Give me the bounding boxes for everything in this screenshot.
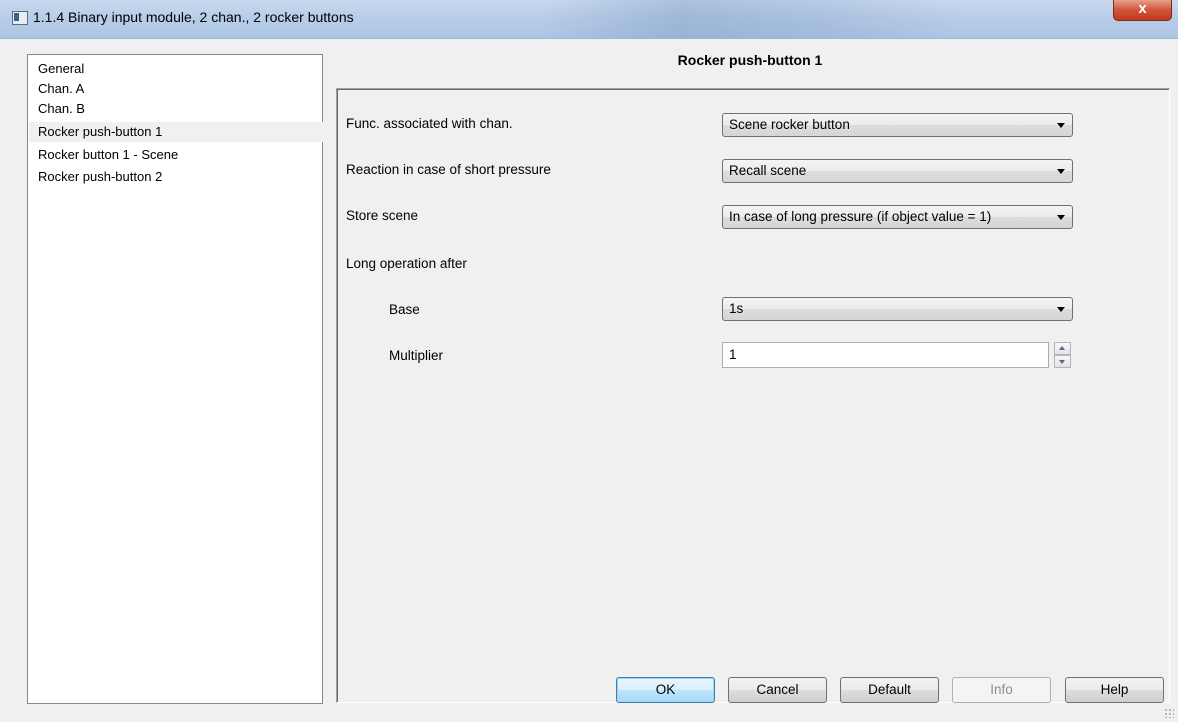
- cancel-button[interactable]: Cancel: [728, 677, 827, 703]
- chevron-down-icon: [1057, 307, 1065, 312]
- store-scene-select-value: In case of long pressure (if object valu…: [729, 209, 992, 224]
- window-title: 1.1.4 Binary input module, 2 chan., 2 ro…: [33, 9, 354, 25]
- tree-item-chan-a[interactable]: Chan. A: [38, 79, 90, 99]
- tree-item-rocker-push-button-2[interactable]: Rocker push-button 2: [38, 167, 168, 187]
- long-operation-label: Long operation after: [346, 256, 467, 271]
- short-pressure-select[interactable]: Recall scene: [722, 159, 1073, 183]
- tree-item-rocker-button-1-scene[interactable]: Rocker button 1 - Scene: [38, 145, 184, 165]
- page-title: Rocker push-button 1: [677, 52, 823, 68]
- multiplier-input[interactable]: 1: [722, 342, 1049, 368]
- multiplier-spinner[interactable]: [1054, 342, 1071, 368]
- base-select[interactable]: 1s: [722, 297, 1073, 321]
- func-label: Func. associated with chan.: [346, 116, 513, 131]
- func-select[interactable]: Scene rocker button: [722, 113, 1073, 137]
- tree-item-rocker-push-button-1[interactable]: Rocker push-button 1: [29, 122, 328, 142]
- base-select-value: 1s: [729, 301, 744, 316]
- default-button[interactable]: Default: [840, 677, 939, 703]
- func-select-value: Scene rocker button: [729, 117, 850, 132]
- app-icon: [12, 11, 28, 25]
- chevron-down-icon: [1057, 215, 1065, 220]
- store-scene-select[interactable]: In case of long pressure (if object valu…: [722, 205, 1073, 229]
- tree-item-general[interactable]: General: [38, 59, 90, 79]
- base-label: Base: [389, 302, 420, 317]
- resize-grip-icon[interactable]: [1164, 708, 1174, 718]
- title-bar[interactable]: 1.1.4 Binary input module, 2 chan., 2 ro…: [0, 0, 1178, 39]
- chevron-down-icon: [1057, 169, 1065, 174]
- multiplier-value: 1: [729, 347, 737, 362]
- info-button: Info: [952, 677, 1051, 703]
- spin-down-icon[interactable]: [1054, 355, 1071, 368]
- background-blur: [540, 0, 960, 38]
- short-pressure-label: Reaction in case of short pressure: [346, 162, 551, 177]
- multiplier-label: Multiplier: [389, 348, 444, 363]
- ok-button[interactable]: OK: [616, 677, 715, 703]
- spin-up-icon[interactable]: [1054, 342, 1071, 355]
- store-scene-label: Store scene: [346, 208, 419, 223]
- short-pressure-select-value: Recall scene: [729, 163, 807, 178]
- parameter-tree[interactable]: General Chan. A Chan. B Rocker push-butt…: [27, 54, 328, 704]
- tree-item-chan-b[interactable]: Chan. B: [38, 99, 91, 119]
- help-button[interactable]: Help: [1065, 677, 1164, 703]
- close-button[interactable]: x: [1113, 0, 1172, 21]
- chevron-down-icon: [1057, 123, 1065, 128]
